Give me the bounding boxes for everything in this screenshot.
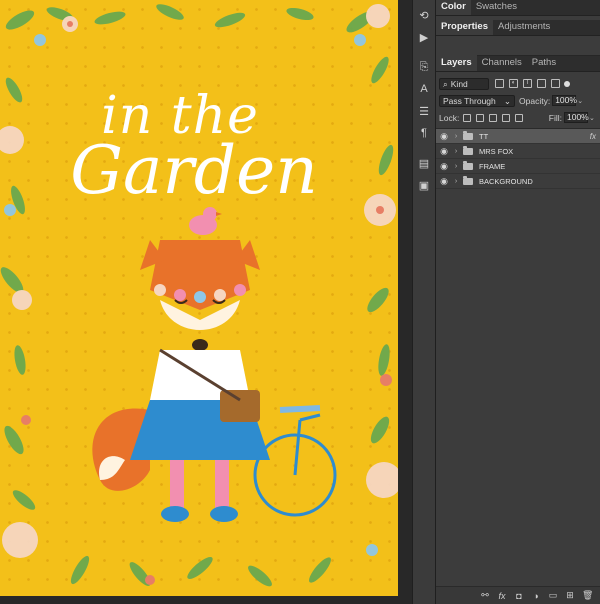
fill-input[interactable]: 100% — [564, 112, 589, 123]
color-tabbar: Color Swatches — [436, 0, 600, 16]
layer-row-tt[interactable]: ◉ › TT fx — [436, 129, 600, 144]
layer-row-frame[interactable]: ◉ › FRAME — [436, 159, 600, 174]
fox-body — [130, 348, 270, 522]
tab-swatches[interactable]: Swatches — [471, 0, 522, 15]
tab-channels[interactable]: Channels — [477, 55, 527, 71]
chevron-right-icon[interactable]: › — [452, 148, 460, 155]
fill-dropdown-icon[interactable]: ⌄ — [589, 114, 597, 122]
tab-layers[interactable]: Layers — [436, 55, 477, 71]
tab-color[interactable]: Color — [436, 0, 471, 15]
layers-list: ◉ › TT fx ◉ › MRS FOX ◉ › FRAME ◉ › BACK… — [436, 128, 600, 189]
visibility-eye-icon[interactable]: ◉ — [436, 161, 452, 172]
tab-adjustments[interactable]: Adjustments — [493, 19, 555, 35]
lock-position-icon[interactable] — [489, 113, 498, 122]
bird — [189, 207, 222, 235]
filter-pixel-icon[interactable] — [495, 79, 504, 88]
history-icon[interactable]: ⟲ — [413, 4, 435, 26]
layer-name: MRS FOX — [479, 146, 514, 156]
lock-transparent-icon[interactable] — [463, 113, 472, 122]
fx-icon[interactable]: fx — [590, 132, 596, 141]
link-icon[interactable]: ⚯ — [480, 590, 490, 601]
opacity-label: Opacity: — [519, 95, 551, 106]
play-icon[interactable]: ▶ — [413, 26, 435, 48]
properties-panel-body — [436, 36, 600, 56]
artboard[interactable]: in the Garden — [0, 0, 398, 596]
search-icon: ⌕ — [443, 78, 448, 89]
filter-type-icon[interactable]: T — [523, 79, 532, 88]
filter-toggle-icon[interactable] — [564, 80, 570, 87]
layer-name: FRAME — [479, 161, 506, 171]
paragraph-icon[interactable]: ¶ — [413, 122, 435, 144]
lock-row: Lock: Fill: 100% ⌄ — [436, 109, 600, 126]
visibility-eye-icon[interactable]: ◉ — [436, 176, 452, 187]
folder-icon — [463, 175, 473, 185]
tab-properties[interactable]: Properties — [436, 19, 493, 35]
visibility-eye-icon[interactable]: ◉ — [436, 131, 452, 142]
lock-label: Lock: — [439, 112, 460, 123]
filter-kind-select[interactable]: ⌕ Kind — [439, 77, 489, 90]
chevron-right-icon[interactable]: › — [452, 163, 460, 170]
filter-adjustment-icon[interactable]: ◐ — [509, 79, 518, 88]
folder-icon — [463, 160, 473, 170]
filter-kind-value: Kind — [450, 78, 468, 89]
filter-smartobject-icon[interactable] — [551, 79, 560, 88]
folder-icon — [463, 145, 473, 155]
blend-row: Pass Through ⌄ Opacity: 100% ⌄ — [436, 92, 600, 109]
opacity-input[interactable]: 100% — [552, 95, 577, 106]
lock-paint-icon[interactable] — [476, 113, 485, 122]
layers-tabbar: Layers Channels Paths — [436, 55, 600, 72]
tab-paths[interactable]: Paths — [527, 55, 561, 71]
layer-name: BACKGROUND — [479, 176, 533, 186]
lock-artboard-icon[interactable] — [502, 113, 511, 122]
chevron-right-icon[interactable]: › — [452, 178, 460, 185]
character-icon[interactable]: A — [413, 78, 435, 100]
layer-name: TT — [479, 131, 489, 141]
blend-mode-value: Pass Through — [443, 95, 496, 106]
mask-icon[interactable]: ◘ — [514, 591, 524, 601]
lock-all-icon[interactable] — [515, 113, 524, 122]
opacity-dropdown-icon[interactable]: ⌄ — [577, 97, 585, 105]
fx-icon[interactable]: fx — [497, 591, 507, 601]
bicycle — [253, 405, 337, 517]
clone-source-icon[interactable]: ⎘ — [413, 56, 435, 78]
folder-icon — [463, 130, 473, 140]
new-layer-icon[interactable]: ⊞ — [565, 590, 575, 601]
chevron-down-icon: ⌄ — [503, 95, 511, 106]
folder-icon[interactable]: ▭ — [548, 590, 558, 601]
properties-tabbar: Properties Adjustments — [436, 19, 600, 36]
layer-comps-icon[interactable]: ▤ — [413, 152, 435, 174]
canvas-area[interactable]: in the Garden — [0, 0, 412, 604]
notes-icon[interactable]: ▣ — [413, 174, 435, 196]
adjustment-icon[interactable]: ◑ — [531, 591, 541, 601]
artwork-title-line2: Garden — [70, 132, 318, 209]
panels-column: Color Swatches Properties Adjustments La… — [436, 0, 600, 604]
blend-mode-select[interactable]: Pass Through ⌄ — [439, 94, 515, 107]
layer-row-background[interactable]: ◉ › BACKGROUND — [436, 174, 600, 189]
panel-toolstrip: ⟲ ▶ ⎘ A ☰ ¶ ▤ ▣ — [412, 0, 436, 604]
chevron-right-icon[interactable]: › — [452, 133, 460, 140]
layers-bottom-bar: ⚯ fx ◘ ◑ ▭ ⊞ 🗑 — [436, 586, 600, 604]
fill-label: Fill: — [548, 112, 562, 123]
trash-icon[interactable]: 🗑 — [582, 590, 593, 601]
layer-row-mrs-fox[interactable]: ◉ › MRS FOX — [436, 144, 600, 159]
visibility-eye-icon[interactable]: ◉ — [436, 146, 452, 157]
layer-filter-row: ⌕ Kind ◐ T — [436, 75, 600, 92]
adjust-icon[interactable]: ☰ — [413, 100, 435, 122]
filter-shape-icon[interactable] — [537, 79, 546, 88]
